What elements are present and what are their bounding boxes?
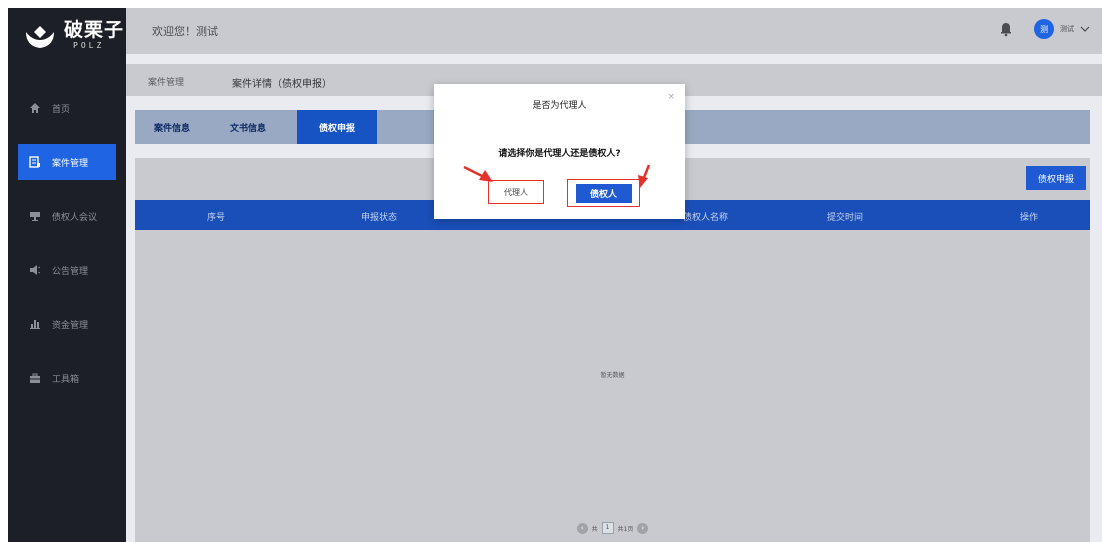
meeting-icon bbox=[28, 209, 42, 223]
tab-claim-report[interactable]: 债权申报 bbox=[297, 110, 377, 144]
logo: 破栗子 POLZ bbox=[8, 8, 126, 63]
pagination: ‹ 共 1 共1页 › bbox=[135, 522, 1090, 534]
sidebar-item-label: 债权人会议 bbox=[52, 212, 98, 223]
agent-button[interactable]: 代理人 bbox=[488, 180, 544, 204]
sidebar-item-creditor-meeting[interactable]: 债权人会议 bbox=[8, 198, 126, 234]
tab-documents[interactable]: 文书信息 bbox=[221, 110, 275, 144]
column-header: 序号 bbox=[207, 213, 226, 223]
empty-state-text: 暂无数据 bbox=[600, 372, 625, 379]
sidebar-item-label: 资金管理 bbox=[52, 320, 89, 331]
claim-report-button[interactable]: 债权申报 bbox=[1026, 166, 1086, 190]
brand-name: 破栗子 bbox=[64, 19, 125, 41]
sidebar-item-funds[interactable]: 资金管理 bbox=[8, 306, 126, 342]
next-page-icon[interactable]: › bbox=[637, 522, 649, 534]
creditor-button[interactable]: 债权人 bbox=[575, 183, 632, 203]
breadcrumb-current: 案件详情（债权申报） bbox=[232, 79, 332, 90]
megaphone-icon bbox=[28, 263, 42, 277]
welcome-text: 欢迎您！测试 bbox=[152, 25, 218, 38]
column-header: 申报状态 bbox=[361, 213, 398, 223]
creditor-button-highlight: 债权人 bbox=[567, 179, 640, 207]
dialog-title: 是否为代理人 bbox=[532, 101, 587, 111]
sidebar-item-label: 工具箱 bbox=[52, 374, 80, 385]
total-pages-text: 共1页 bbox=[617, 525, 634, 533]
tab-case-info[interactable]: 案件信息 bbox=[145, 110, 199, 144]
breadcrumb-parent[interactable]: 案件管理 bbox=[148, 75, 184, 88]
prev-page-icon[interactable]: ‹ bbox=[576, 522, 588, 534]
toolbox-icon bbox=[28, 371, 42, 385]
sidebar-item-label: 公告管理 bbox=[52, 266, 89, 277]
top-header: 欢迎您！测试 测 测试 bbox=[126, 8, 1102, 54]
user-menu[interactable]: 测 测试 bbox=[998, 19, 1090, 39]
chart-icon bbox=[28, 317, 42, 331]
brand-subtitle: POLZ bbox=[73, 41, 105, 50]
sidebar-item-home[interactable]: 首页 bbox=[8, 90, 126, 126]
dialog-message: 请选择你是代理人还是债权人? bbox=[498, 149, 621, 159]
home-icon bbox=[28, 101, 42, 115]
pagination-prefix: 共 bbox=[591, 525, 598, 533]
sidebar: 破栗子 POLZ 首页 案件管理 债权人会议 公告管理 资金管理 工具箱 bbox=[8, 8, 126, 542]
chevron-down-icon[interactable] bbox=[1080, 24, 1090, 34]
column-header: 操作 bbox=[1020, 213, 1039, 223]
page-number-input[interactable]: 1 bbox=[601, 522, 614, 534]
agent-dialog: 是否为代理人 × 请选择你是代理人还是债权人? 代理人 债权人 bbox=[434, 84, 685, 219]
sidebar-item-toolbox[interactable]: 工具箱 bbox=[8, 360, 126, 396]
app-window: 破栗子 POLZ 首页 案件管理 债权人会议 公告管理 资金管理 工具箱 欢迎您… bbox=[8, 8, 1102, 542]
sidebar-nav: 首页 案件管理 债权人会议 公告管理 资金管理 工具箱 bbox=[8, 90, 126, 414]
close-icon[interactable]: × bbox=[667, 92, 675, 102]
column-header: 债权人名称 bbox=[683, 213, 729, 223]
bell-icon[interactable] bbox=[998, 21, 1014, 37]
sidebar-item-announcements[interactable]: 公告管理 bbox=[8, 252, 126, 288]
sidebar-item-label: 案件管理 bbox=[52, 158, 89, 169]
logo-icon bbox=[26, 26, 54, 48]
column-header: 提交时间 bbox=[827, 213, 864, 223]
avatar[interactable]: 测 bbox=[1034, 19, 1054, 39]
username[interactable]: 测试 bbox=[1060, 24, 1074, 34]
sidebar-item-label: 首页 bbox=[52, 104, 71, 115]
case-icon bbox=[28, 155, 42, 169]
sidebar-item-case-management[interactable]: 案件管理 bbox=[18, 144, 116, 180]
